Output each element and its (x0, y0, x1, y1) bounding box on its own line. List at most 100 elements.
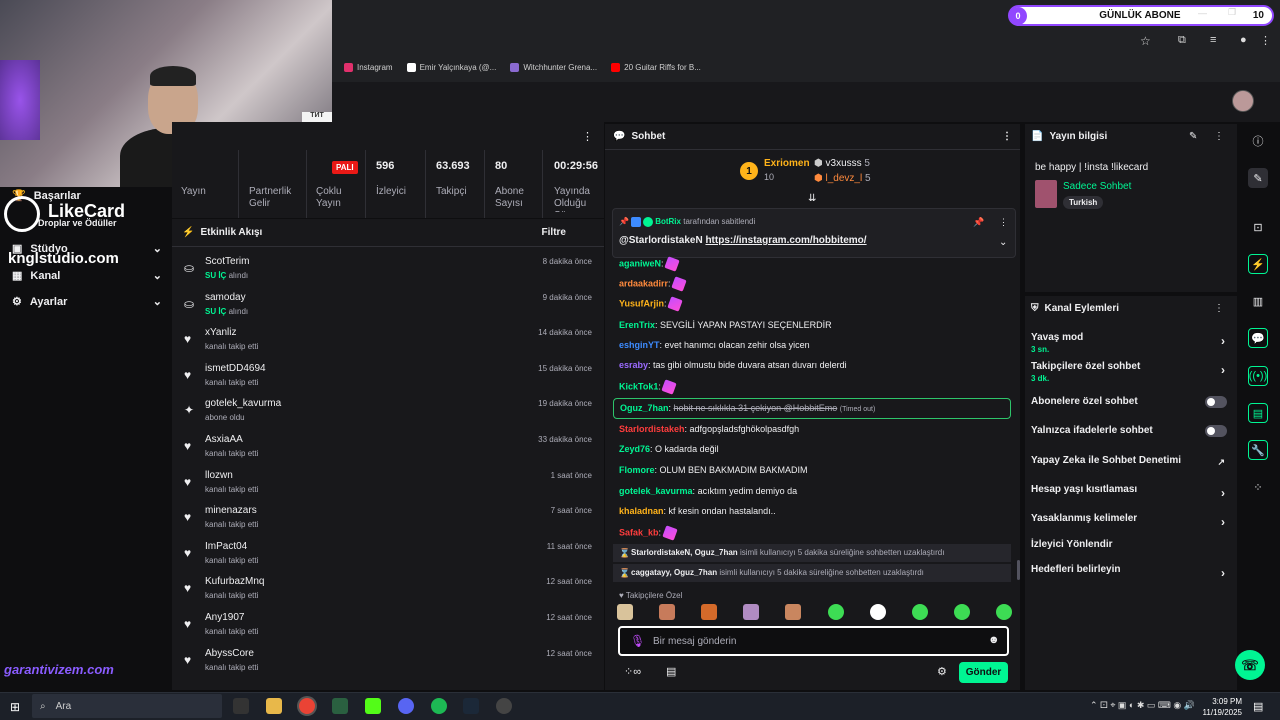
toggle-switch[interactable] (1205, 425, 1227, 437)
chat-username[interactable]: Zeyd76 (619, 444, 650, 454)
feed-item[interactable]: ♥ AbyssCore kanalı takip etti 12 saat önce (184, 647, 594, 681)
chat-message[interactable]: esraby: tas gibi olmustu bide duvara ats… (619, 360, 1014, 370)
help-button[interactable]: ☏ (1235, 650, 1265, 680)
chat-username[interactable]: Flomore (619, 465, 655, 475)
chat-message[interactable]: Starlordistakeh: adfgopşladsfghökolpasdf… (619, 424, 1014, 434)
channel-action-item[interactable]: Hesap yaşı kısıtlaması › (1031, 484, 1231, 500)
chat-scrollbar[interactable] (1017, 560, 1020, 580)
points-icon[interactable]: ⁘∞ (624, 665, 641, 678)
chat-username[interactable]: Safak_kb (619, 527, 659, 537)
chat-username[interactable]: Oguz_7han (620, 403, 669, 413)
feed-item[interactable]: ✦ gotelek_kavurma abone oldu 19 dakika önce (184, 397, 594, 431)
app-icon[interactable] (332, 698, 348, 714)
chat-message[interactable]: Flomore: OLUM BEN BAKMADIM BAKMADIM (619, 465, 1014, 475)
profile-icon[interactable]: ● (1240, 34, 1247, 46)
edit-icon[interactable]: ✎ (1189, 131, 1197, 142)
taskbar-clock[interactable]: 3:09 PM 11/19/2025 (1200, 696, 1242, 718)
chat-username[interactable]: esraby (619, 360, 648, 370)
chat-message[interactable]: Safak_kb: (619, 525, 1014, 541)
chat-message[interactable]: Zeyd76: O kadarda değil (619, 444, 1014, 454)
emote-item[interactable] (785, 604, 802, 620)
media-icon[interactable]: ▤ (1248, 403, 1268, 423)
maximize-icon[interactable]: ❐ (1228, 7, 1236, 18)
chat-message[interactable]: gotelek_kavurma: acıktım yedim demiyo da (619, 486, 1014, 496)
chat-message[interactable]: KickTok1: (619, 379, 1014, 395)
chevron-down-icon[interactable]: ⌄ (999, 237, 1007, 248)
emote-item[interactable] (827, 604, 844, 620)
chat-input-box[interactable]: 🎙 Bir mesaj gönderin ☻ (618, 626, 1009, 656)
chat-message[interactable]: ardaakadirr: (619, 276, 1014, 292)
emote-item[interactable] (617, 604, 633, 620)
chat-username[interactable]: gotelek_kavurma (619, 486, 693, 496)
chrome-icon[interactable] (299, 698, 315, 714)
chat-username[interactable]: ErenTrix (619, 320, 655, 330)
emote-item[interactable] (995, 604, 1012, 620)
unpin-icon[interactable]: 📌 (973, 217, 984, 228)
bookmark-star-icon[interactable]: ☆ (1140, 34, 1151, 48)
bookmark-item[interactable]: Instagram (344, 62, 393, 72)
emote-item[interactable] (701, 604, 718, 620)
feed-item[interactable]: ♥ minenazars kanalı takip etti 7 saat önce (184, 504, 594, 538)
chat-settings-icon[interactable]: ⚙ (937, 665, 947, 678)
store-icon[interactable]: ▤ (666, 665, 676, 678)
extensions-icon[interactable]: ⧉ (1178, 34, 1186, 47)
emoji-icon[interactable]: ☻ (988, 634, 1000, 646)
edit-icon[interactable]: ✎ (1248, 168, 1268, 188)
emote-item[interactable] (911, 604, 928, 620)
menu-icon[interactable]: ⋮ (1260, 34, 1271, 47)
discord-icon[interactable] (398, 698, 414, 714)
emote-item[interactable] (869, 604, 886, 620)
feed-item[interactable]: ♥ KufurbazMnq kanalı takip etti 12 saat önc… (184, 575, 594, 609)
channel-actions-more-icon[interactable]: ⋮ (1214, 303, 1224, 314)
tray-icons[interactable]: ⌃ ⚀ ⌖ ▣ ◐ ✱ ▭ ⌨ ◉ 🔊 (1090, 700, 1195, 711)
channel-action-item[interactable]: Yapay Zeka ile Sohbet Denetimi ↗ (1031, 455, 1231, 467)
steam-icon[interactable] (463, 698, 479, 714)
taskbar-search[interactable]: ⌕ Ara (32, 694, 222, 718)
collapse-arrow-icon[interactable]: ⇊ (808, 193, 816, 204)
category-link[interactable]: Sadece Sohbet (1063, 181, 1131, 192)
pinned-more-icon[interactable]: ⋮ (999, 217, 1008, 228)
spotify-icon[interactable] (431, 698, 447, 714)
bookmark-item[interactable]: 20 Guitar Riffs for B... (611, 62, 701, 72)
chat-username[interactable]: khaladnan (619, 506, 664, 516)
chat-more-icon[interactable]: ⋮ (1002, 131, 1012, 142)
user-avatar[interactable] (1232, 90, 1254, 112)
channel-action-item[interactable]: Yavaş mod 3 sn. › (1031, 332, 1231, 354)
emote-item[interactable] (743, 604, 760, 620)
filter-button[interactable]: Filtre (542, 227, 566, 238)
chat-message[interactable]: eshginYT: evet hanımcı olacan zehir olsa… (619, 340, 1014, 350)
notes-icon[interactable]: ▥ (1248, 291, 1268, 311)
chat-icon[interactable]: 💬 (1248, 328, 1268, 348)
channel-action-item[interactable]: Hedefleri belirleyin › (1031, 564, 1231, 580)
channel-action-item[interactable]: Abonelere özel sohbet (1031, 396, 1231, 408)
wrench-icon[interactable]: 🔧 (1248, 440, 1268, 460)
minimize-icon[interactable]: — (1198, 8, 1207, 18)
chat-message[interactable]: YusufArjin: (619, 296, 1014, 312)
category-thumbnail[interactable] (1035, 180, 1057, 208)
windows-start-icon[interactable]: ⊞ (10, 700, 20, 714)
broadcast-icon[interactable]: ((•)) (1248, 366, 1268, 386)
emote-item[interactable] (953, 604, 970, 620)
nav-item-channel[interactable]: ▦ Kanal ⌄ (12, 269, 162, 283)
feed-item[interactable]: ♥ llozwn kanalı takip etti 1 saat önce (184, 469, 594, 503)
feed-item[interactable]: ♥ ismetDD4694 kanalı takip etti 15 dakika ö… (184, 362, 594, 396)
channel-action-item[interactable]: Yalnızca ifadelerle sohbet (1031, 425, 1231, 437)
chat-username[interactable]: Starlordistakeh (619, 424, 685, 434)
nav-item-settings[interactable]: ⚙ Ayarlar ⌄ (12, 295, 162, 309)
channel-action-item[interactable]: Takipçilere özel sohbet 3 dk. › (1031, 361, 1231, 383)
chat-username[interactable]: ardaakadirr (619, 278, 668, 288)
feed-item[interactable]: ♥ ImPact04 kanalı takip etti 11 saat önce (184, 540, 594, 574)
feed-item[interactable]: ♥ Any1907 kanalı takip etti 12 saat önce (184, 611, 594, 645)
kick-icon[interactable] (365, 698, 381, 714)
feed-item[interactable]: ⛀ samoday SU İÇ alındı 9 dakika önce (184, 291, 594, 325)
send-button[interactable]: Gönder (959, 662, 1008, 683)
crop-icon[interactable]: ⊡ (1248, 217, 1268, 237)
info-icon[interactable]: ⓘ (1248, 131, 1268, 151)
pinned-link[interactable]: https://instagram.com/hobbitemo/ (705, 235, 866, 246)
language-tag[interactable]: Turkish (1063, 196, 1104, 209)
chat-username[interactable]: YusufArjin (619, 298, 664, 308)
chat-username[interactable]: eshginYT (619, 340, 660, 350)
notifications-icon[interactable]: ▤ (1253, 700, 1263, 713)
chat-message[interactable]: aganiweN: (619, 256, 1014, 272)
points-icon[interactable]: ⁘ (1248, 477, 1268, 497)
